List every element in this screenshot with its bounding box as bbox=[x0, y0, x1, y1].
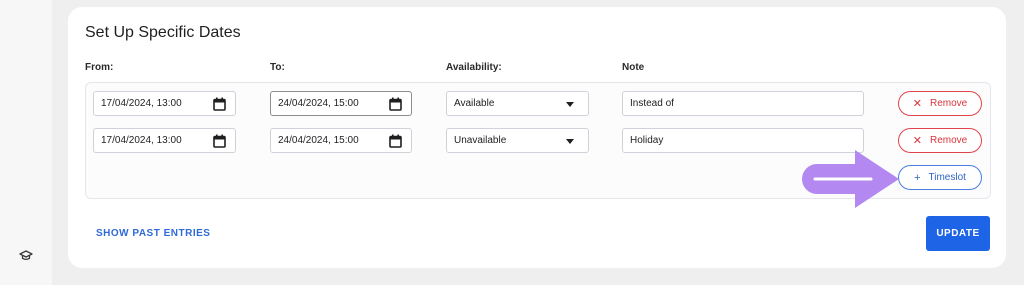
to-date-value: 24/04/2024, 15:00 bbox=[278, 98, 359, 109]
arrow-right-icon bbox=[802, 150, 899, 208]
column-label-availability: Availability: bbox=[446, 62, 502, 73]
from-date-value: 17/04/2024, 13:00 bbox=[101, 98, 182, 109]
note-input[interactable]: Instead of bbox=[622, 91, 864, 116]
calendar-icon[interactable] bbox=[389, 97, 402, 111]
calendar-icon[interactable] bbox=[213, 134, 226, 148]
from-date-value: 17/04/2024, 13:00 bbox=[101, 135, 182, 146]
to-date-input[interactable]: 24/04/2024, 15:00 bbox=[270, 128, 412, 153]
add-timeslot-label: Timeslot bbox=[928, 172, 966, 183]
remove-button[interactable]: ✕ Remove bbox=[898, 91, 982, 116]
remove-button[interactable]: ✕ Remove bbox=[898, 128, 982, 153]
note-value: Instead of bbox=[630, 98, 674, 109]
from-date-input[interactable]: 17/04/2024, 13:00 bbox=[93, 91, 236, 116]
left-rail bbox=[0, 0, 52, 285]
close-icon: ✕ bbox=[912, 135, 922, 147]
availability-select[interactable]: Unavailable bbox=[446, 128, 589, 153]
note-value: Holiday bbox=[630, 135, 664, 146]
graduation-cap-icon[interactable] bbox=[17, 248, 35, 264]
show-past-entries-button[interactable]: SHOW PAST ENTRIES bbox=[96, 228, 210, 239]
remove-label: Remove bbox=[929, 135, 968, 146]
column-label-from: From: bbox=[85, 62, 114, 73]
availability-value: Unavailable bbox=[454, 135, 507, 146]
close-icon: ✕ bbox=[912, 98, 922, 110]
to-date-input[interactable]: 24/04/2024, 15:00 bbox=[270, 91, 412, 116]
from-date-input[interactable]: 17/04/2024, 13:00 bbox=[93, 128, 236, 153]
availability-select[interactable]: Available bbox=[446, 91, 589, 116]
calendar-icon[interactable] bbox=[389, 134, 402, 148]
plus-icon: + bbox=[914, 171, 921, 184]
section-title: Set Up Specific Dates bbox=[85, 24, 241, 41]
add-timeslot-button[interactable]: + Timeslot bbox=[898, 165, 982, 190]
calendar-icon[interactable] bbox=[213, 97, 226, 111]
caret-down-icon bbox=[566, 102, 574, 107]
remove-label: Remove bbox=[929, 98, 968, 109]
caret-down-icon bbox=[566, 139, 574, 144]
update-button[interactable]: UPDATE bbox=[926, 216, 990, 251]
specific-dates-card: Set Up Specific Dates From: To: Availabi… bbox=[68, 7, 1006, 268]
availability-value: Available bbox=[454, 98, 495, 109]
column-label-note: Note bbox=[622, 62, 645, 73]
to-date-value: 24/04/2024, 15:00 bbox=[278, 135, 359, 146]
column-label-to: To: bbox=[270, 62, 285, 73]
